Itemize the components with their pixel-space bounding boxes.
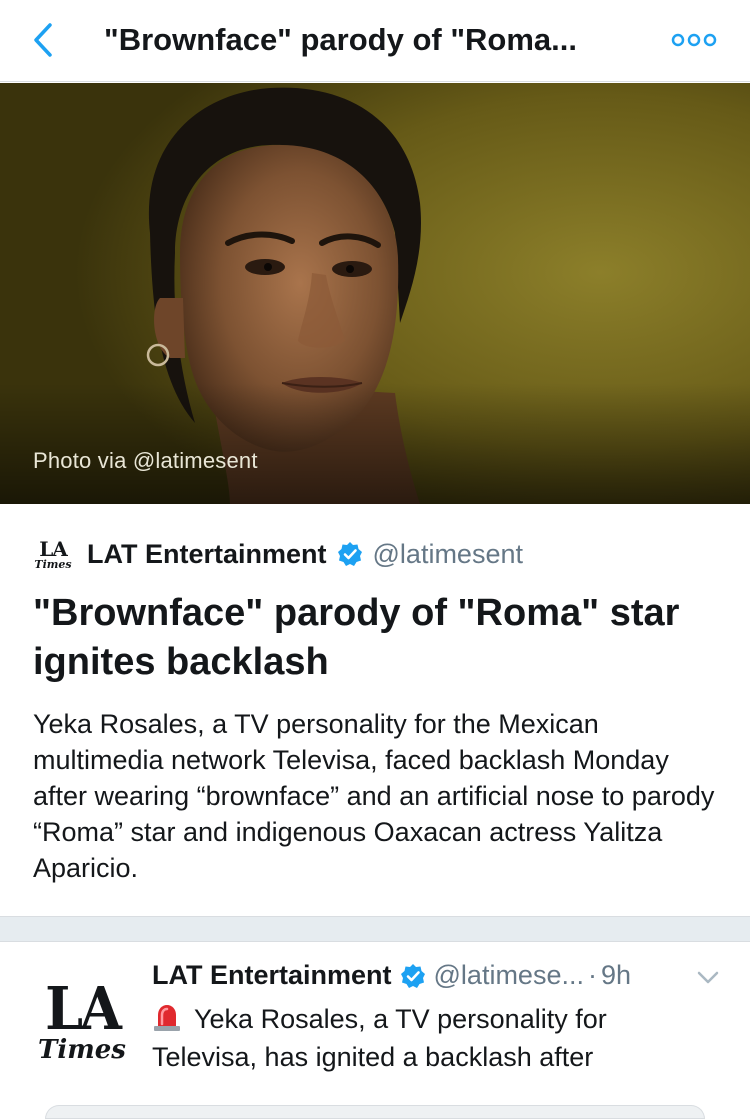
section-divider [0,916,750,942]
bottom-sheet-handle [45,1105,705,1119]
article-hero-image[interactable]: Photo via @latimesent [0,83,750,504]
tweet-author-name[interactable]: LAT Entertainment [152,960,392,991]
page-title: "Brownface" parody of "Roma... [104,22,577,57]
tweet-timestamp: 9h [600,960,632,990]
latimes-logo: LA Times [33,534,73,574]
tweet-separator: · [587,960,597,990]
chevron-left-icon [34,23,52,57]
article-description: Yeka Rosales, a TV personality for the M… [33,709,715,883]
top-nav-bar: "Brownface" parody of "Roma... [0,0,750,82]
tweet-author-handle[interactable]: @latimese... [434,960,584,991]
police-siren-icon [154,1005,180,1031]
logo-la-text: LA [39,536,68,561]
tweet-header: LAT Entertainment @latimese... · 9h [152,960,722,991]
more-dots-icon [671,33,717,47]
tweet-text: Yeka Rosales, a TV personality for Telev… [152,1000,712,1076]
article-source: LA Times LAT Entertainment @latimesent [33,534,523,574]
verified-badge-icon [400,963,426,989]
avatar-la-text: LA [45,972,122,1044]
tweet-item[interactable]: LA Times LAT Entertainment @latimese... … [0,942,750,1111]
more-options-button[interactable] [668,24,720,56]
tweet-menu-button[interactable] [693,966,723,990]
back-button[interactable] [22,20,62,60]
article-title[interactable]: "Brownface" parody of "Roma" star ignite… [33,589,723,687]
verified-badge-icon [337,541,363,567]
avatar[interactable]: LA Times [32,972,132,1072]
article-card[interactable]: LA Times LAT Entertainment @latimesent "… [0,504,750,916]
photo-credit: Photo via @latimesent [33,448,258,473]
source-handle: @latimesent [372,538,523,569]
source-name: LAT Entertainment [87,538,327,569]
logo-times-text: Times [34,557,72,571]
chevron-down-icon [697,971,719,984]
tweet-body-text: Yeka Rosales, a TV personality for Telev… [152,1004,607,1072]
portrait-illustration [0,83,750,504]
